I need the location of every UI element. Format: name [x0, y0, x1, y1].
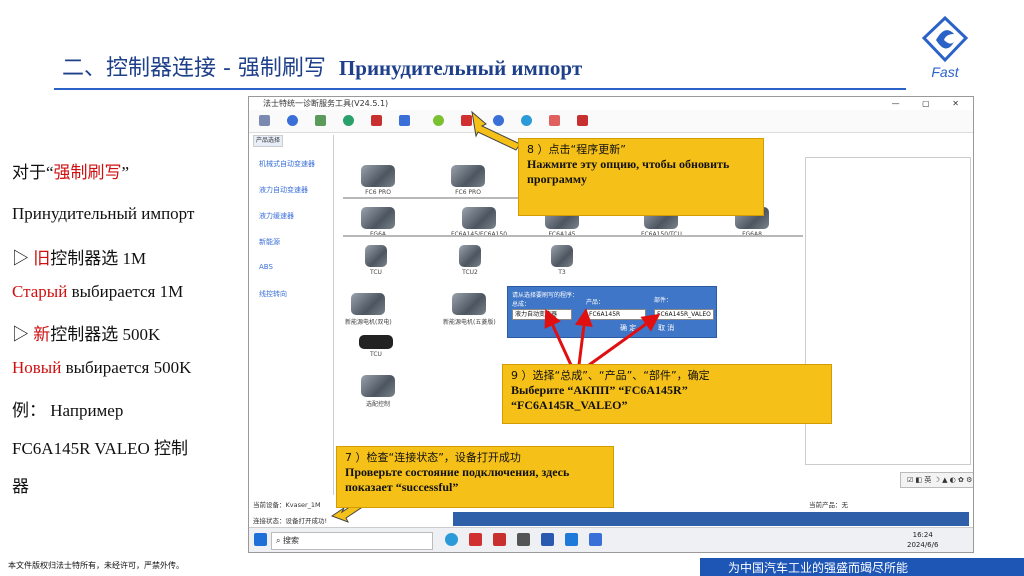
text-forced-flash: 对于“强制刷写” [12, 163, 130, 182]
footer-slogan: 为中国汽车工业的强盛而竭尽所能 [728, 561, 909, 575]
page-title: 二、控制器连接 - 强制刷写 Принудительный импорт [62, 50, 582, 82]
text-example-model: FC6A145R VALEO 控制 [12, 439, 189, 458]
title-cn: 二、控制器连接 - 强制刷写 [62, 56, 326, 81]
text-new-controller: ▷ 新控制器选 500K [12, 325, 161, 344]
callout-step-7: 7 ）检查“连接状态”，设备打开成功 Проверьте состояние п… [336, 446, 614, 508]
logo-text: Fast [931, 64, 959, 80]
callout-7-cn: 7 ）检查“连接状态”，设备打开成功 [345, 451, 521, 464]
callout-9-ru-line2: “FC6A145R_VALEO” [511, 398, 628, 412]
callout-9-cn: 9 ）选择“总成”、“产品”、“部件”，确定 [511, 369, 710, 382]
fast-logo-icon [921, 15, 969, 63]
copyright-notice: 本文件版权归法士特所有，未经许可，严禁外传。 [8, 561, 184, 570]
callout-8-cn: 8 ）点击“程序更新” [527, 143, 626, 156]
arrow-program-update [471, 110, 521, 151]
fast-logo: Fast [920, 15, 970, 82]
callout-9-ru-line1: Выберите “АКПП” “FC6A145R” [511, 383, 688, 397]
title-ru: Принудительный импорт [338, 56, 583, 80]
text-old-controller-ru: Старый выбирается 1M [12, 282, 184, 301]
text-new-controller-ru: Новый выбирается 500K [12, 358, 192, 377]
text-example-model-cont: 器 [12, 477, 29, 496]
callout-step-9: 9 ）选择“总成”、“产品”、“部件”，确定 Выберите “АКПП” “… [502, 364, 832, 424]
callout-8-ru: Нажмите эту опцию, чтобы обновить програ… [527, 157, 730, 186]
callout-7-ru: Проверьте состояние подключения, здесь п… [345, 465, 570, 494]
text-forced-import-ru: Принудительный импорт [12, 204, 195, 223]
title-divider [54, 88, 906, 90]
text-example: 例： Например [12, 401, 124, 420]
text-old-controller: ▷ 旧控制器选 1M [12, 249, 147, 268]
callout-step-8: 8 ）点击“程序更新” Нажмите эту опцию, чтобы обн… [518, 138, 764, 216]
